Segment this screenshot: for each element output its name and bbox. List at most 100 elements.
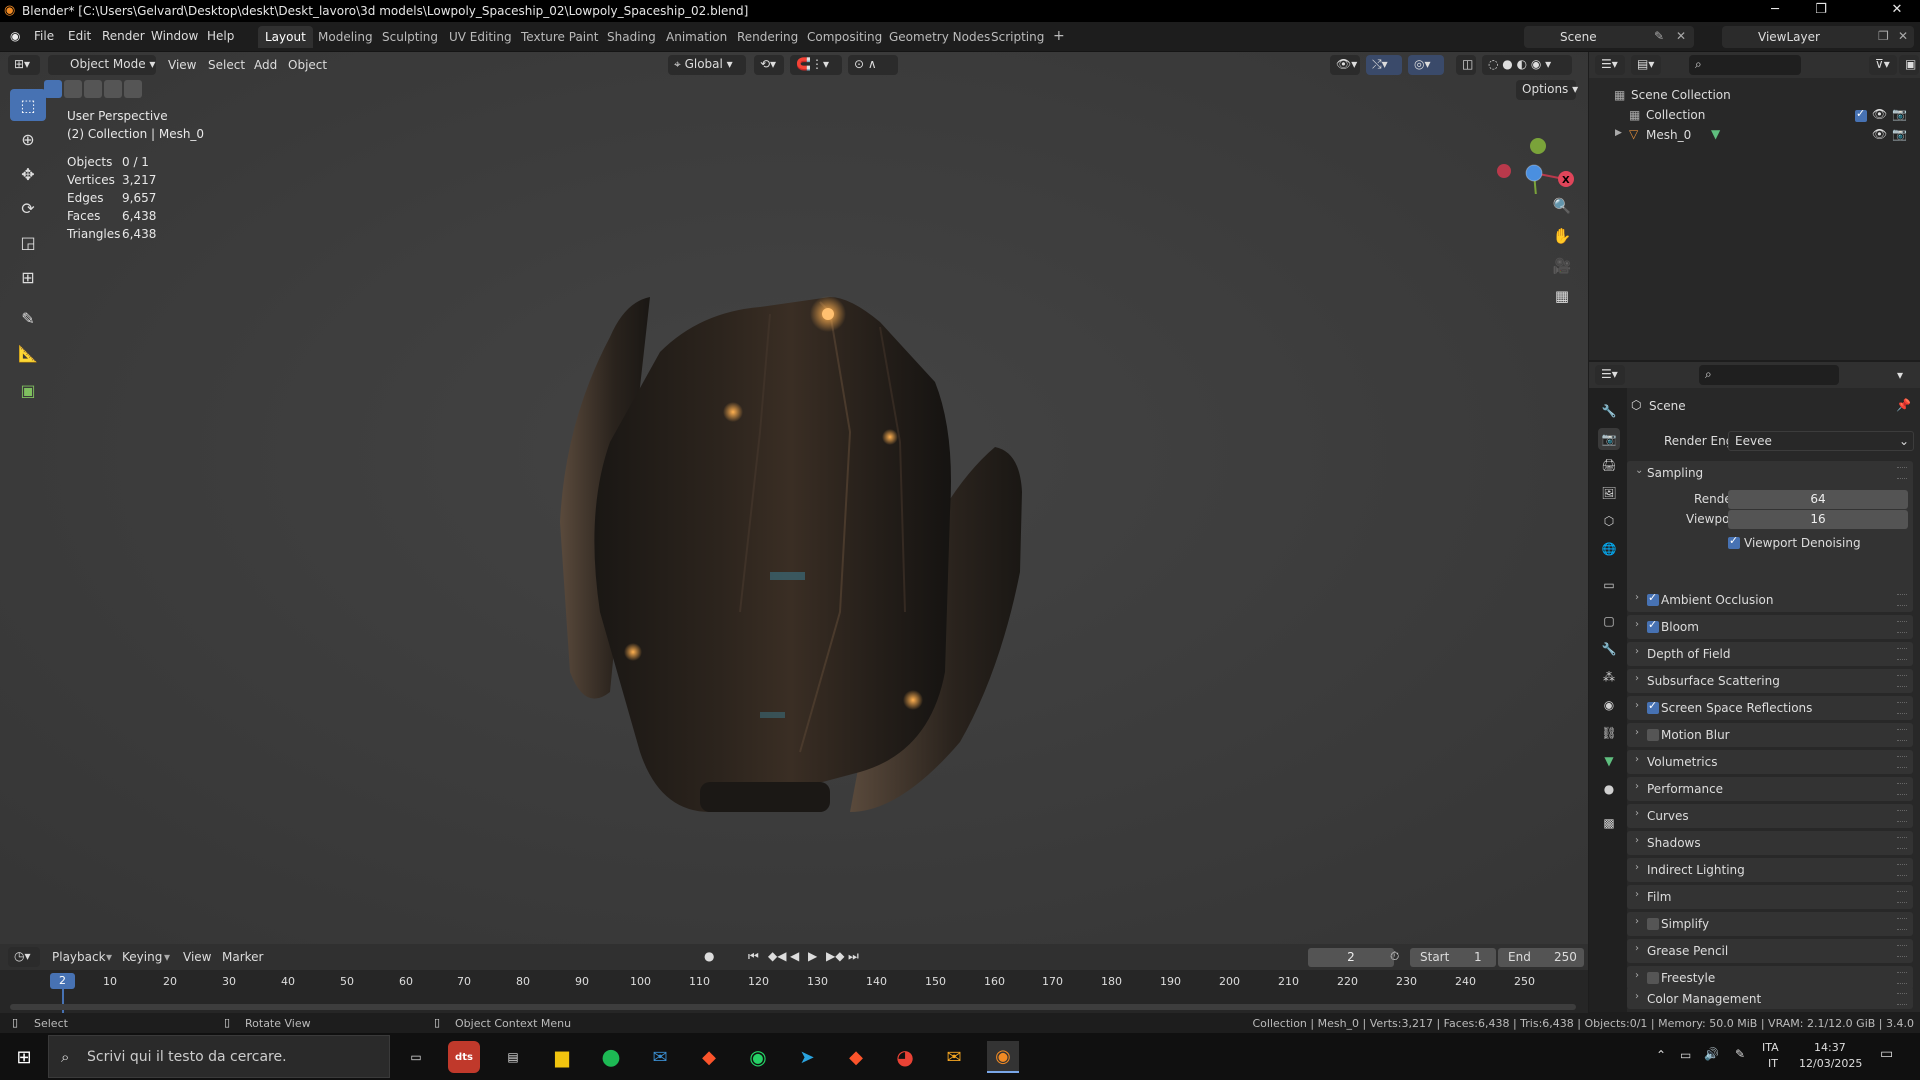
prev-keyframe-icon[interactable]: ◆◀ (768, 949, 786, 963)
camera-view-button[interactable]: 🎥 (1548, 252, 1576, 280)
snap-dropdown[interactable]: 🧲⋮▾ (790, 55, 842, 75)
render-camera-icon[interactable]: 📷 (1892, 127, 1907, 141)
measure-tool[interactable]: 📐 (10, 337, 46, 369)
zoom-button[interactable]: 🔍 (1548, 192, 1576, 220)
mode-dropdown[interactable]: Object Mode ▾ (48, 55, 156, 75)
clock-date[interactable]: 12/03/2025 (1799, 1057, 1862, 1070)
menu-window[interactable]: Window (151, 29, 198, 43)
move-tool[interactable]: ✥ (10, 158, 46, 190)
tray-up-icon[interactable]: ⌃ (1656, 1048, 1666, 1062)
restore-icon[interactable]: ❐ (1798, 2, 1844, 17)
display-mode-dropdown[interactable]: ▤▾ (1631, 55, 1661, 75)
output-tab-icon[interactable]: 🖨 (1598, 454, 1620, 476)
network-icon[interactable]: ▭ (1680, 1048, 1691, 1062)
tab-shading[interactable]: Shading (600, 26, 663, 48)
collection-tab-icon[interactable]: ▭ (1598, 574, 1620, 596)
cursor-tool[interactable]: ⊕ (10, 123, 46, 155)
whatsapp-icon[interactable]: ◉ (742, 1041, 774, 1073)
panel-checkbox[interactable] (1647, 591, 1659, 606)
viewport-samples-field[interactable]: 16 (1728, 510, 1908, 529)
new-collection-icon[interactable]: ▣ (1899, 55, 1919, 75)
visibility-eye-icon[interactable]: 👁 (1872, 107, 1887, 121)
drag-handle-icon[interactable] (1897, 837, 1907, 849)
expand-arrow-icon[interactable]: ▶ (1615, 128, 1622, 138)
options-button[interactable]: Options ▾ (1516, 80, 1578, 100)
scene-tab-icon[interactable]: ⬡ (1598, 510, 1620, 532)
drag-handle-icon[interactable] (1897, 810, 1907, 822)
panel-checkbox[interactable] (1647, 972, 1659, 984)
panel-depth-of-field[interactable]: › Depth of Field (1627, 642, 1913, 666)
record-icon[interactable]: ● (704, 949, 714, 963)
brave-alt-icon[interactable]: ◆ (840, 1041, 872, 1073)
orientation-dropdown[interactable]: ⌖ Global ▾ (668, 55, 746, 75)
drag-handle-icon[interactable] (1897, 783, 1907, 795)
menu-marker[interactable]: Marker (222, 950, 263, 964)
overlay-toggle[interactable]: ◎▾ (1408, 55, 1444, 75)
menu-add[interactable]: Add (254, 58, 277, 72)
visibility-dropdown[interactable]: 👁▾ (1330, 55, 1360, 75)
viewlayer-selector[interactable]: ViewLayer ❐ ✕ (1722, 26, 1914, 48)
modifier-tab-icon[interactable]: 🔧 (1598, 638, 1620, 660)
current-frame-field[interactable]: 2 (1308, 948, 1394, 967)
play-reverse-icon[interactable]: ◀ (790, 949, 799, 963)
pin-icon[interactable]: ✎ (1654, 29, 1664, 43)
panel-checkbox[interactable] (1647, 729, 1659, 741)
physics-tab-icon[interactable]: ◉ (1598, 694, 1620, 716)
panel-motion-blur[interactable]: › Motion Blur (1627, 723, 1913, 747)
chrome-icon[interactable]: ◕ (889, 1041, 921, 1073)
pen-icon[interactable]: ✎ (1735, 1047, 1745, 1061)
shading-modes[interactable]: ◌ ● ◐ ◉ ▾ (1482, 55, 1572, 75)
tab-layout[interactable]: Layout (258, 26, 313, 48)
xray-toggle[interactable]: ◫ (1456, 55, 1476, 75)
render-engine-dropdown[interactable]: Eevee ⌄ (1728, 431, 1914, 451)
copy-icon[interactable]: ❐ (1878, 29, 1889, 43)
menu-object[interactable]: Object (288, 58, 327, 72)
select-box-tool[interactable]: ⬚ (10, 89, 46, 121)
minimize-icon[interactable]: ─ (1752, 2, 1798, 17)
render-camera-icon[interactable]: 📷 (1892, 107, 1907, 121)
panel-subsurface-scattering[interactable]: › Subsurface Scattering (1627, 669, 1913, 693)
file-explorer-icon[interactable]: ▆ (546, 1041, 578, 1073)
editor-type-button[interactable]: ⊞▾ (8, 55, 40, 75)
pan-button[interactable]: ✋ (1548, 222, 1576, 250)
tab-rendering[interactable]: Rendering (730, 26, 805, 48)
timeline-ruler[interactable]: 2 10 20 30 40 50 60 70 80 90 100 110 120… (0, 970, 1588, 1014)
menu-render[interactable]: Render (102, 29, 145, 43)
constraints-tab-icon[interactable]: ⛓ (1598, 722, 1620, 744)
end-frame-field[interactable]: End 250 (1498, 948, 1584, 967)
clock-time[interactable]: 14:37 (1814, 1041, 1846, 1054)
task-view-icon[interactable]: ▭ (400, 1041, 432, 1073)
annotate-tool[interactable]: ✎ (10, 302, 46, 334)
sampling-label[interactable]: Sampling (1647, 466, 1703, 480)
clock-icon[interactable]: ⏱ (1390, 949, 1399, 964)
properties-search[interactable]: ⌕ (1699, 365, 1839, 385)
menu-edit[interactable]: Edit (68, 29, 91, 43)
mail-icon[interactable]: ✉ (644, 1041, 676, 1073)
select-mode-buttons[interactable] (44, 80, 142, 98)
notifications-icon[interactable]: ▭ (1880, 1046, 1893, 1062)
select-intersect-icon[interactable] (124, 80, 142, 98)
menu-playback[interactable]: Playback (52, 950, 106, 964)
tab-geometry-nodes[interactable]: Geometry Nodes (882, 26, 997, 48)
menu-file[interactable]: File (34, 29, 54, 43)
transform-tool[interactable]: ⊞ (10, 261, 46, 293)
panel-color-management[interactable]: › Color Management (1627, 987, 1913, 1009)
panel-screen-space-reflections[interactable]: › Screen Space Reflections (1627, 696, 1913, 720)
object-tab-icon[interactable]: ▢ (1598, 610, 1620, 632)
panel-simplify[interactable]: › Simplify (1627, 912, 1913, 936)
pin-icon[interactable]: 📌 (1896, 398, 1911, 412)
panel-performance[interactable]: › Performance (1627, 777, 1913, 801)
panel-shadows[interactable]: › Shadows (1627, 831, 1913, 855)
blender-menu-icon[interactable]: ◉ (10, 29, 20, 43)
close-icon[interactable]: ✕ (1874, 2, 1920, 17)
add-workspace-icon[interactable]: + (1046, 26, 1072, 48)
panel-curves[interactable]: › Curves (1627, 804, 1913, 828)
spotify-icon[interactable]: ● (595, 1041, 627, 1073)
panel-volumetrics[interactable]: › Volumetrics (1627, 750, 1913, 774)
scene-selector[interactable]: Scene ✎ ✕ (1524, 26, 1694, 48)
panel-ambient-occlusion[interactable]: › Ambient Occlusion (1627, 588, 1913, 612)
drag-handle-icon[interactable] (1897, 594, 1907, 606)
menu-keying[interactable]: Keying (122, 950, 162, 964)
menu-view[interactable]: View (168, 58, 196, 72)
jump-end-icon[interactable]: ⏭ (848, 949, 859, 964)
